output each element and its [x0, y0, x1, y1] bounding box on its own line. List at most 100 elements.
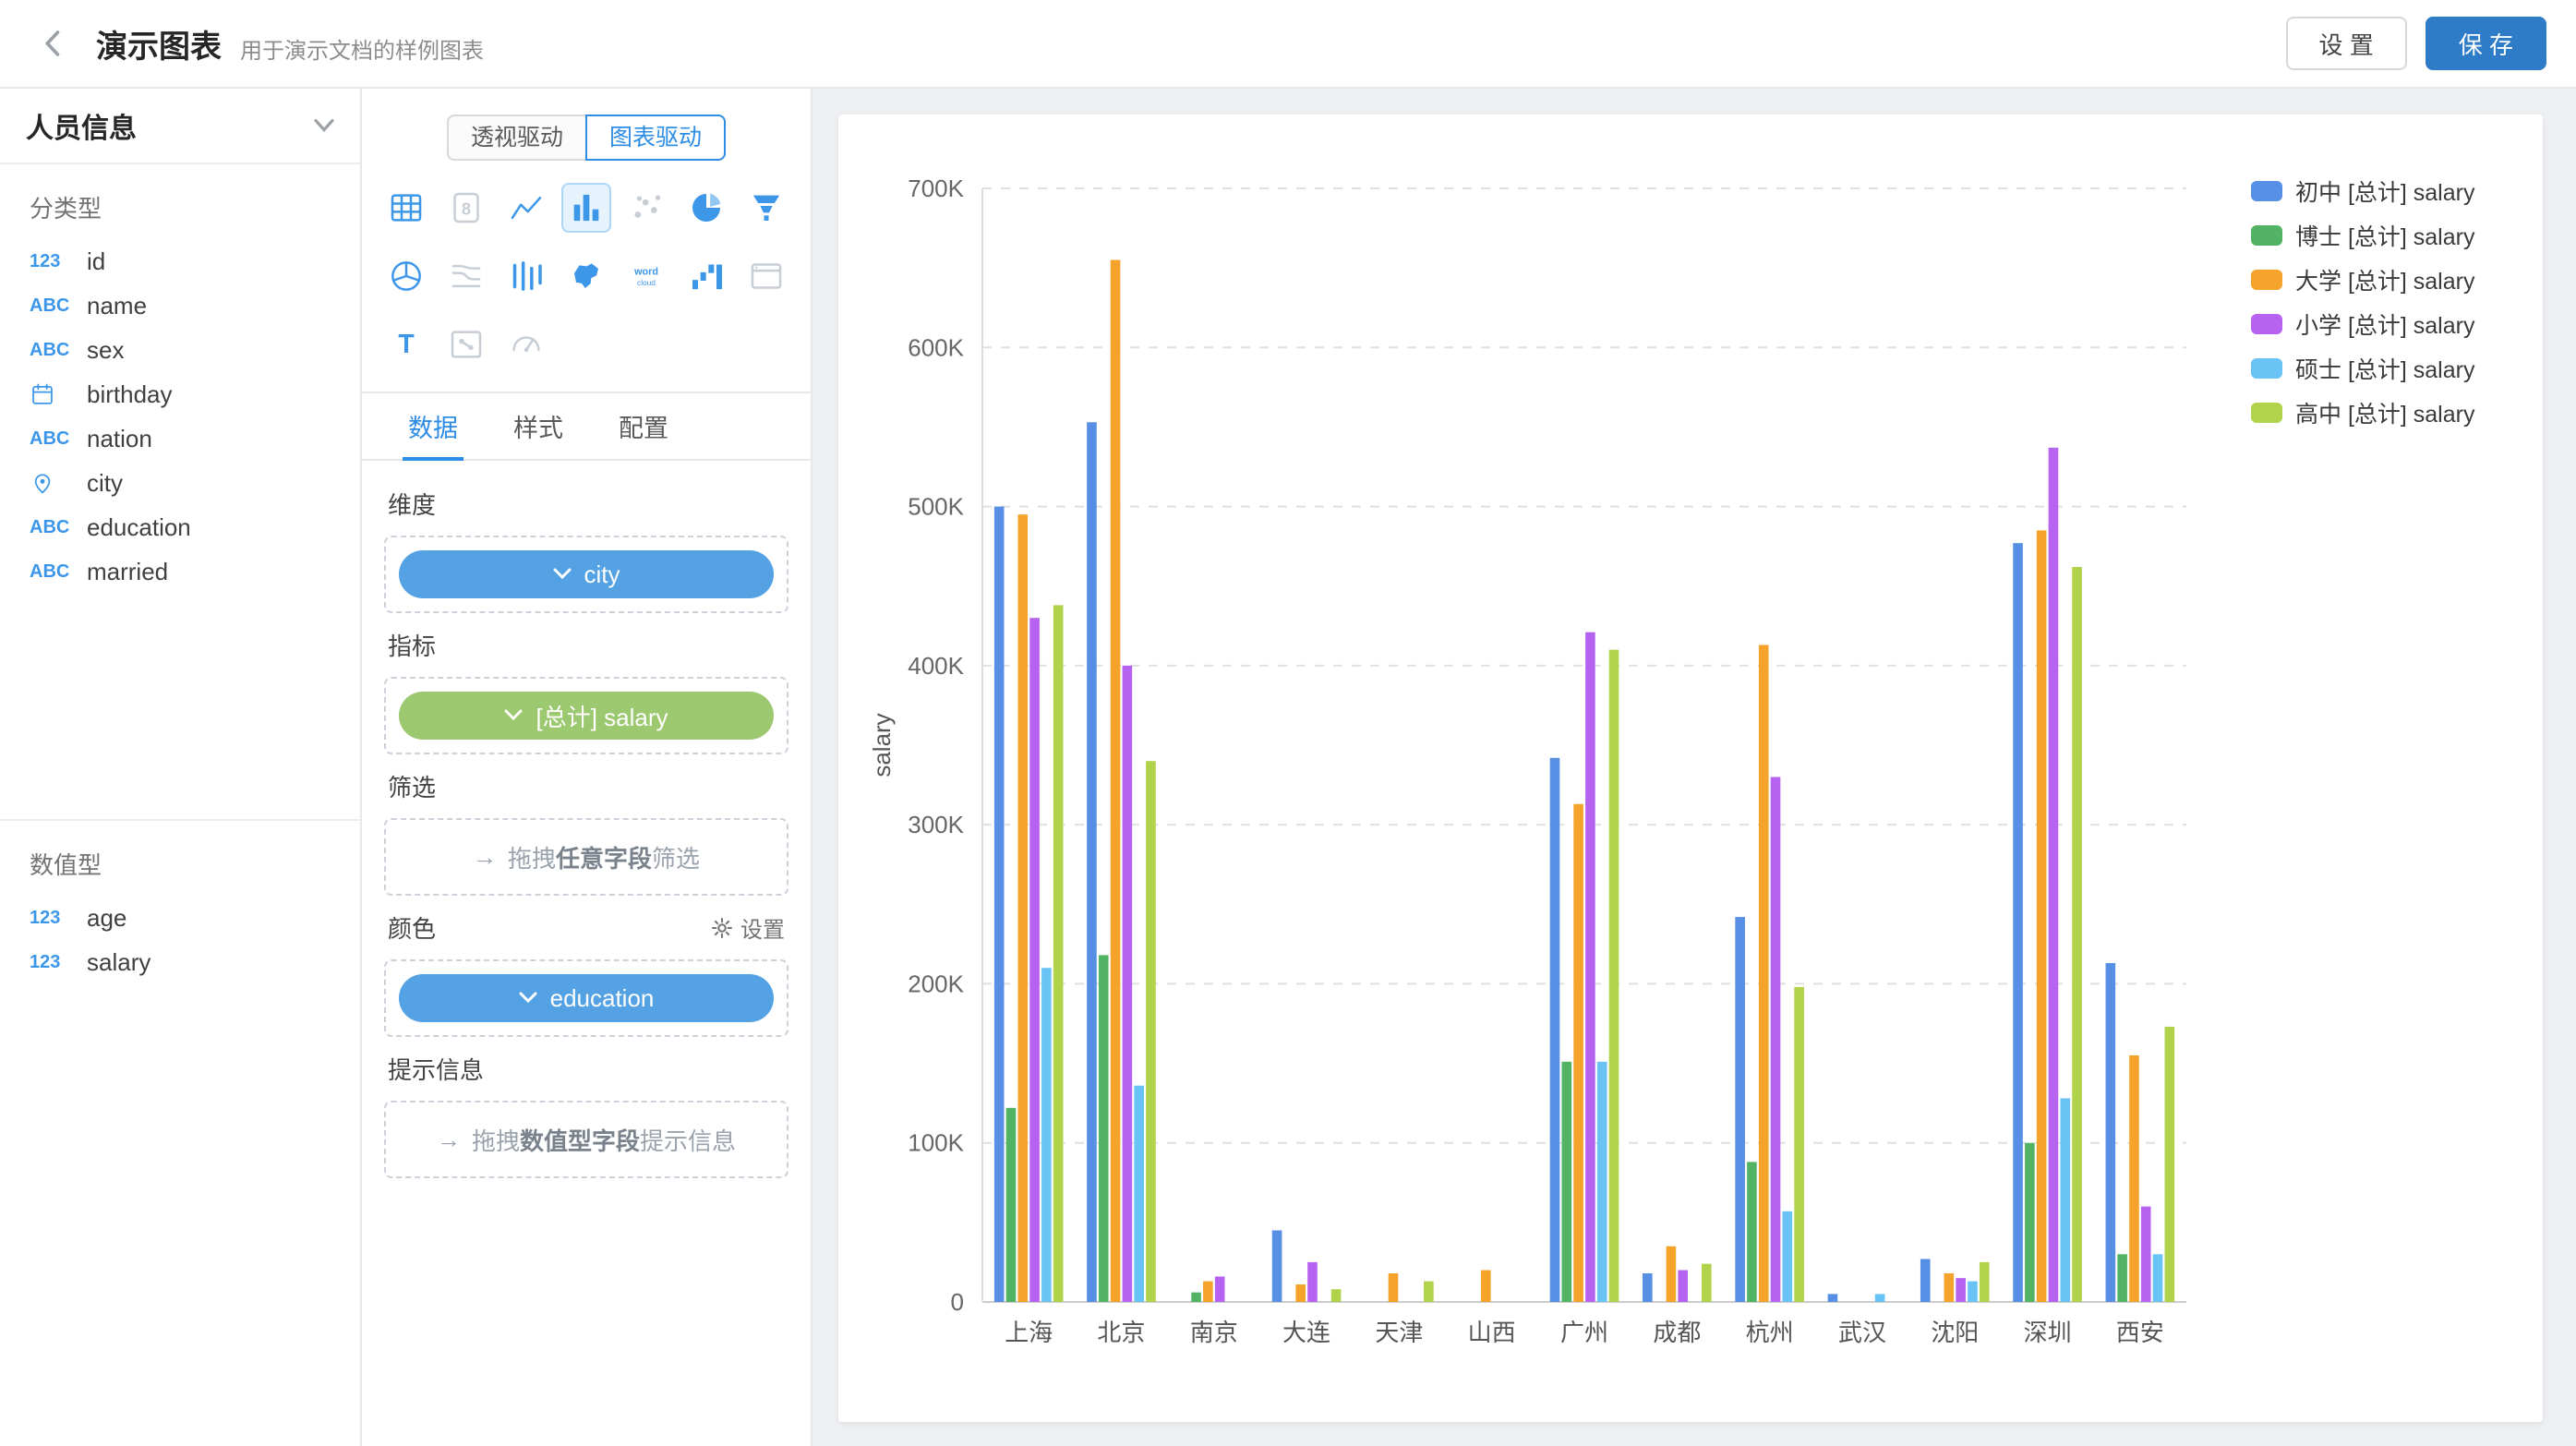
bar [1146, 761, 1156, 1302]
field-name: name [87, 292, 147, 320]
field-item-birthday[interactable]: birthday [0, 372, 360, 416]
filters-label: 筛选 [388, 769, 436, 803]
field-item-nation[interactable]: ABCnation [0, 416, 360, 461]
svg-text:沈阳: 沈阳 [1931, 1319, 1979, 1346]
field-name: age [87, 904, 126, 933]
metrics-dropzone[interactable]: [总计] salary [384, 677, 788, 754]
field-section-label: 分类型 [0, 187, 360, 239]
field-name: education [87, 513, 191, 542]
tab-config[interactable]: 配置 [591, 393, 696, 459]
mode-option-chart[interactable]: 图表驱动 [585, 114, 726, 161]
tooltip-dropzone[interactable]: → 拖拽数值型字段提示信息 [384, 1101, 788, 1178]
table-icon[interactable] [381, 183, 431, 233]
field-item-name[interactable]: ABCname [0, 283, 360, 328]
bar [1875, 1294, 1885, 1302]
relation-chart-icon [441, 319, 491, 369]
svg-text:700K: 700K [908, 175, 964, 202]
field-name: married [87, 558, 168, 586]
field-type-number-icon: 123 [30, 908, 78, 929]
bar [2013, 543, 2023, 1302]
bar [1006, 1108, 1017, 1302]
bar [1573, 804, 1583, 1302]
gauge-chart-icon [501, 319, 551, 369]
config-panel: 透视驱动图表驱动 8wordcloudT 数据样式配置 维度 city 指标 [362, 89, 813, 1446]
bar [1702, 1264, 1712, 1302]
legend-item[interactable]: 小学 [总计] salary [2251, 313, 2475, 339]
radar-chart-icon[interactable] [381, 251, 431, 301]
save-button[interactable]: 保 存 [2426, 17, 2546, 70]
field-item-education[interactable]: ABCeducation [0, 505, 360, 549]
legend-item[interactable]: 初中 [总计] salary [2251, 180, 2475, 206]
bar [1307, 1262, 1318, 1302]
color-pill-education[interactable]: education [399, 974, 774, 1022]
field-item-city[interactable]: city [0, 461, 360, 505]
dataset-selector[interactable]: 人员信息 [0, 89, 360, 164]
bar [2141, 1207, 2151, 1302]
bar [1609, 650, 1619, 1302]
bar [1597, 1062, 1607, 1302]
bar [1585, 633, 1595, 1302]
field-item-id[interactable]: 123id [0, 239, 360, 283]
wordcloud-chart-icon[interactable]: wordcloud [621, 251, 671, 301]
page-title: 演示图表 [96, 21, 222, 66]
mode-option-pivot[interactable]: 透视驱动 [447, 114, 587, 161]
pie-chart-icon[interactable] [681, 183, 731, 233]
svg-text:300K: 300K [908, 811, 964, 838]
bar [1735, 917, 1745, 1302]
svg-text:大学 [总计] salary: 大学 [总计] salary [2295, 269, 2475, 295]
geo-icon [30, 470, 78, 496]
field-item-age[interactable]: 123 age [0, 896, 360, 940]
bar [1920, 1259, 1931, 1302]
settings-button[interactable]: 设 置 [2286, 17, 2407, 70]
svg-text:8: 8 [462, 199, 471, 219]
chevron-down-icon [519, 992, 537, 1005]
pill-label: city [584, 560, 620, 589]
legend-item[interactable]: 大学 [总计] salary [2251, 269, 2475, 295]
back-button[interactable] [30, 19, 78, 67]
dimension-pill-city[interactable]: city [399, 550, 774, 598]
bar [1017, 514, 1028, 1302]
svg-text:天津: 天津 [1375, 1319, 1423, 1346]
bar [1828, 1294, 1838, 1302]
field-item-salary[interactable]: 123salary [0, 940, 360, 984]
field-section: 数值型123age123salary [0, 819, 360, 984]
parallel-chart-icon[interactable] [501, 251, 551, 301]
color-settings-button[interactable]: 设置 [711, 911, 785, 944]
bar-chart-icon[interactable] [561, 183, 611, 233]
pill-label: education [550, 984, 655, 1013]
svg-text:博士 [总计] salary: 博士 [总计] salary [2295, 224, 2475, 250]
sankey-chart-icon [441, 251, 491, 301]
svg-text:400K: 400K [908, 652, 964, 680]
dimensions-dropzone[interactable]: city [384, 536, 788, 613]
field-name: id [87, 247, 105, 276]
svg-text:100K: 100K [908, 1129, 964, 1157]
field-item-married[interactable]: ABCmarried [0, 549, 360, 594]
legend-item[interactable]: 高中 [总计] salary [2251, 402, 2475, 428]
bar [1215, 1276, 1225, 1302]
text-icon[interactable]: T [381, 319, 431, 369]
funnel-chart-icon[interactable] [741, 183, 791, 233]
bar [1747, 1162, 1757, 1302]
page-subtitle: 用于演示文档的样例图表 [240, 32, 484, 65]
field-item-sex[interactable]: ABCsex [0, 328, 360, 372]
svg-text:200K: 200K [908, 970, 964, 997]
data-tab-body: 维度 city 指标 [总计] salary [362, 461, 811, 1197]
map-chart-icon[interactable] [561, 251, 611, 301]
legend-item[interactable]: 硕士 [总计] salary [2251, 357, 2475, 383]
chevron-left-icon [37, 27, 70, 60]
tab-data[interactable]: 数据 [380, 393, 486, 459]
svg-text:500K: 500K [908, 493, 964, 521]
tab-style[interactable]: 样式 [486, 393, 591, 459]
waterfall-chart-icon[interactable] [681, 251, 731, 301]
pill-label: [总计] salary [536, 699, 668, 733]
mode-toggle: 透视驱动图表驱动 [362, 114, 811, 161]
svg-text:南京: 南京 [1190, 1319, 1238, 1346]
metric-pill-salary[interactable]: [总计] salary [399, 692, 774, 740]
chevron-down-icon [314, 118, 334, 133]
legend-item[interactable]: 博士 [总计] salary [2251, 224, 2475, 250]
filters-dropzone[interactable]: → 拖拽任意字段筛选 [384, 818, 788, 896]
color-dropzone[interactable]: education [384, 959, 788, 1037]
bar [1944, 1273, 1955, 1302]
main-layout: 人员信息 分类型123idABCnameABCsexbirthdayABCnat… [0, 89, 2576, 1446]
line-chart-icon[interactable] [501, 183, 551, 233]
